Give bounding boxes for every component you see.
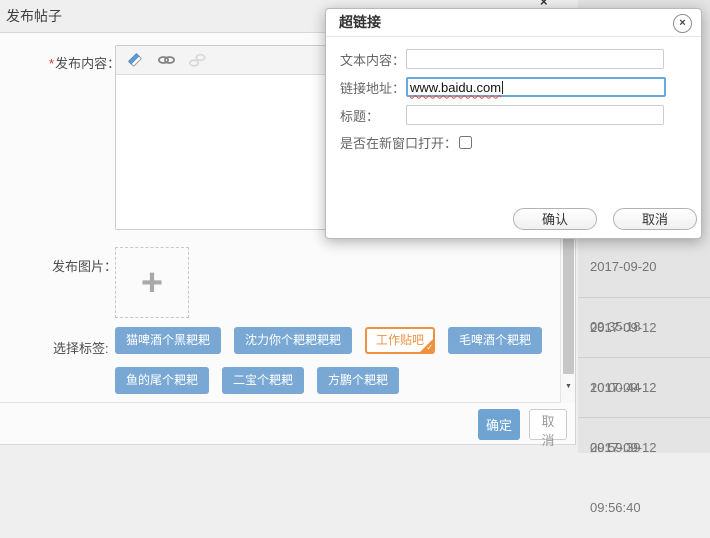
tag-label: 方鹏个耙耙 <box>328 373 388 387</box>
tag-button[interactable]: 猫啤酒个黑耙耙 <box>115 327 221 354</box>
submit-button[interactable]: 确定 <box>478 409 520 440</box>
tag-button[interactable]: 鱼的尾个耙耙 <box>115 367 209 394</box>
tag-label: 沈力你个耙耙耙耙 <box>245 333 341 347</box>
form-footer: 确定 取消 <box>0 402 575 445</box>
page-title: 发布帖子 <box>6 0 62 32</box>
link-icon[interactable] <box>156 50 176 70</box>
dialog-confirm-button[interactable]: 确认 <box>513 208 597 230</box>
list-item[interactable]: 2017-09-12 09:56:40 <box>578 417 710 477</box>
new-window-label: 是否在新窗口打开： <box>340 133 457 152</box>
dialog-title: 超链接 <box>339 9 381 36</box>
image-label: 发布图片： <box>52 256 117 275</box>
text-content-label: 文本内容： <box>340 50 406 69</box>
new-window-checkbox[interactable] <box>459 136 472 149</box>
eraser-icon[interactable] <box>125 50 145 70</box>
dialog-cancel-button[interactable]: 取消 <box>613 208 697 230</box>
tag-button[interactable]: 方鹏个耙耙 <box>317 367 399 394</box>
timestamp: 2017-09-12 09:56:40 <box>590 440 657 515</box>
content-label: *发布内容： <box>49 53 120 72</box>
cancel-button[interactable]: 取消 <box>529 409 567 440</box>
tag-label: 鱼的尾个耙耙 <box>126 373 198 387</box>
dialog-close-icon[interactable]: × <box>673 14 692 33</box>
tags-label: 选择标签: <box>53 338 109 357</box>
tag-label: 二宝个耙耙 <box>233 373 293 387</box>
tag-button-selected[interactable]: 工作贴吧✓ <box>365 327 435 354</box>
dialog-body: 文本内容： 链接地址： www.baidu.com 标题： 是否在新窗口打开： <box>326 37 701 152</box>
link-url-input[interactable]: www.baidu.com <box>406 77 666 97</box>
list-item[interactable]: 2017-09-12 09:59:39 <box>578 357 710 417</box>
list-item[interactable]: 2017-09-12 10:00:44 <box>578 297 710 357</box>
tag-list: 猫啤酒个黑耙耙 沈力你个耙耙耙耙 工作贴吧✓ 毛啤酒个耙耙 鱼的尾个耙耙 二宝个耙耙 方鹏… <box>115 327 560 407</box>
title-input[interactable] <box>406 105 664 125</box>
unlink-icon[interactable] <box>187 50 207 70</box>
title-label: 标题： <box>340 106 406 125</box>
link-url-label: 链接地址： <box>340 78 406 97</box>
list-item[interactable]: 2017-09-20 09:35:18 <box>578 237 710 297</box>
tag-label: 猫啤酒个黑耙耙 <box>126 333 210 347</box>
text-caret <box>502 81 503 94</box>
link-url-value: www.baidu.com <box>410 80 501 95</box>
tag-button[interactable]: 二宝个耙耙 <box>222 367 304 394</box>
text-content-input[interactable] <box>406 49 664 69</box>
tag-button[interactable]: 毛啤酒个耙耙 <box>448 327 542 354</box>
dialog-footer: 确认 取消 <box>513 208 697 230</box>
tag-label: 工作贴吧 <box>376 333 424 347</box>
plus-icon: + <box>141 264 163 302</box>
required-mark: * <box>49 56 54 71</box>
image-upload-button[interactable]: + <box>115 247 189 318</box>
check-icon: ✓ <box>426 341 433 354</box>
scroll-down-arrow-icon[interactable]: ▼ <box>561 383 576 390</box>
dialog-header: 超链接 × <box>326 9 701 37</box>
tag-button[interactable]: 沈力你个耙耙耙耙 <box>234 327 352 354</box>
tag-label: 毛啤酒个耙耙 <box>459 333 531 347</box>
hyperlink-dialog: 超链接 × 文本内容： 链接地址： www.baidu.com 标题： 是否在新… <box>325 8 702 239</box>
content-label-text: 发布内容： <box>55 56 120 71</box>
